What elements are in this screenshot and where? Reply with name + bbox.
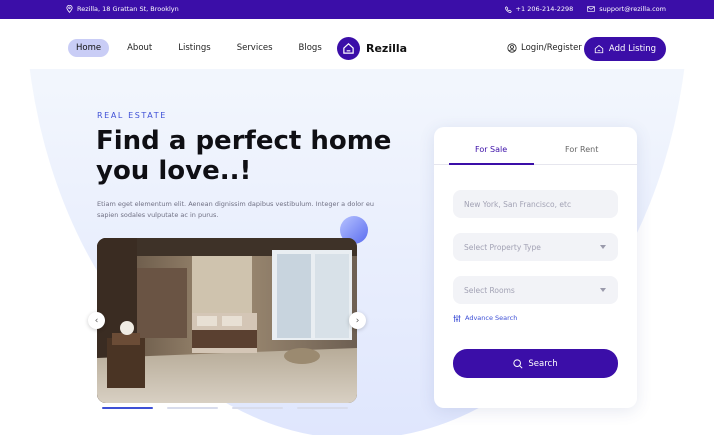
advance-search-label: Advance Search [465, 314, 518, 322]
slider-dot-2[interactable] [167, 407, 218, 409]
login-label: Login/Register [521, 43, 582, 53]
nav-link-home[interactable]: Home [68, 39, 110, 57]
slider-prev-button[interactable]: ‹ [88, 312, 105, 329]
hero-section: REAL ESTATE Find a perfect home you love… [0, 69, 714, 435]
nav-link-services[interactable]: Services [229, 39, 281, 57]
search-label: Search [528, 358, 558, 369]
phone-text: +1 206-214-2298 [515, 5, 574, 13]
main-navbar: Home About Listings Services Blogs Rezil… [0, 19, 714, 69]
nav-link-listings[interactable]: Listings [170, 39, 218, 57]
tab-for-rent[interactable]: For Rent [565, 145, 598, 154]
advance-search-link[interactable]: Advance Search [453, 314, 517, 322]
slider-dot-1[interactable] [102, 407, 153, 409]
location-input[interactable]: New York, San Francisco, etc [453, 190, 618, 218]
login-register-link[interactable]: Login/Register [507, 43, 582, 53]
caret-down-icon [600, 288, 606, 292]
hero-eyebrow: REAL ESTATE [97, 111, 167, 120]
slider-next-button[interactable]: › [349, 312, 366, 329]
mail-icon [587, 6, 596, 12]
rooms-select[interactable]: Select Rooms [453, 276, 618, 304]
location-placeholder: New York, San Francisco, etc [464, 199, 572, 209]
tab-for-sale[interactable]: For Sale [475, 145, 507, 154]
nav-link-about[interactable]: About [119, 39, 160, 57]
hero-property-image [97, 238, 357, 403]
brand-name: Rezilla [366, 42, 408, 55]
sliders-icon [453, 314, 461, 322]
property-search-card: For Sale For Rent New York, San Francisc… [434, 127, 637, 408]
nav-links: Home About Listings Services Blogs [68, 39, 330, 57]
phone-link[interactable]: +1 206-214-2298 [504, 5, 574, 13]
chevron-right-icon: › [355, 315, 360, 326]
top-info-bar: Rezilla, 18 Grattan St, Brooklyn +1 206-… [0, 0, 714, 19]
chevron-left-icon: ‹ [94, 315, 99, 326]
rooms-placeholder: Select Rooms [464, 285, 515, 295]
location-pin-icon [66, 4, 73, 13]
brand-logo[interactable]: Rezilla [337, 37, 407, 60]
home-logo-icon [337, 37, 360, 60]
phone-icon [504, 5, 512, 13]
property-type-placeholder: Select Property Type [464, 242, 541, 252]
hero-subtext: Etiam eget elementum elit. Aenean dignis… [97, 200, 374, 219]
email-text: support@rezilla.com [599, 5, 666, 13]
user-circle-icon [507, 43, 517, 53]
hero-headline: Find a perfect home you love..! [96, 126, 392, 186]
nav-link-blogs[interactable]: Blogs [291, 39, 330, 57]
search-tabs: For Sale For Rent [434, 127, 637, 165]
search-icon [513, 358, 523, 369]
search-button[interactable]: Search [453, 349, 618, 378]
email-link[interactable]: support@rezilla.com [587, 5, 666, 13]
active-tab-indicator [449, 163, 534, 165]
address-text: Rezilla, 18 Grattan St, Brooklyn [77, 5, 179, 13]
add-listing-label: Add Listing [608, 44, 657, 54]
address-info: Rezilla, 18 Grattan St, Brooklyn [66, 4, 179, 13]
caret-down-icon [600, 245, 606, 249]
slider-dot-3[interactable] [232, 407, 283, 409]
slider-dot-4[interactable] [297, 407, 348, 409]
slider-pagination [102, 407, 348, 409]
add-listing-button[interactable]: Add Listing [584, 37, 666, 61]
bedroom-photo [97, 238, 357, 403]
property-type-select[interactable]: Select Property Type [453, 233, 618, 261]
house-icon [594, 44, 604, 54]
